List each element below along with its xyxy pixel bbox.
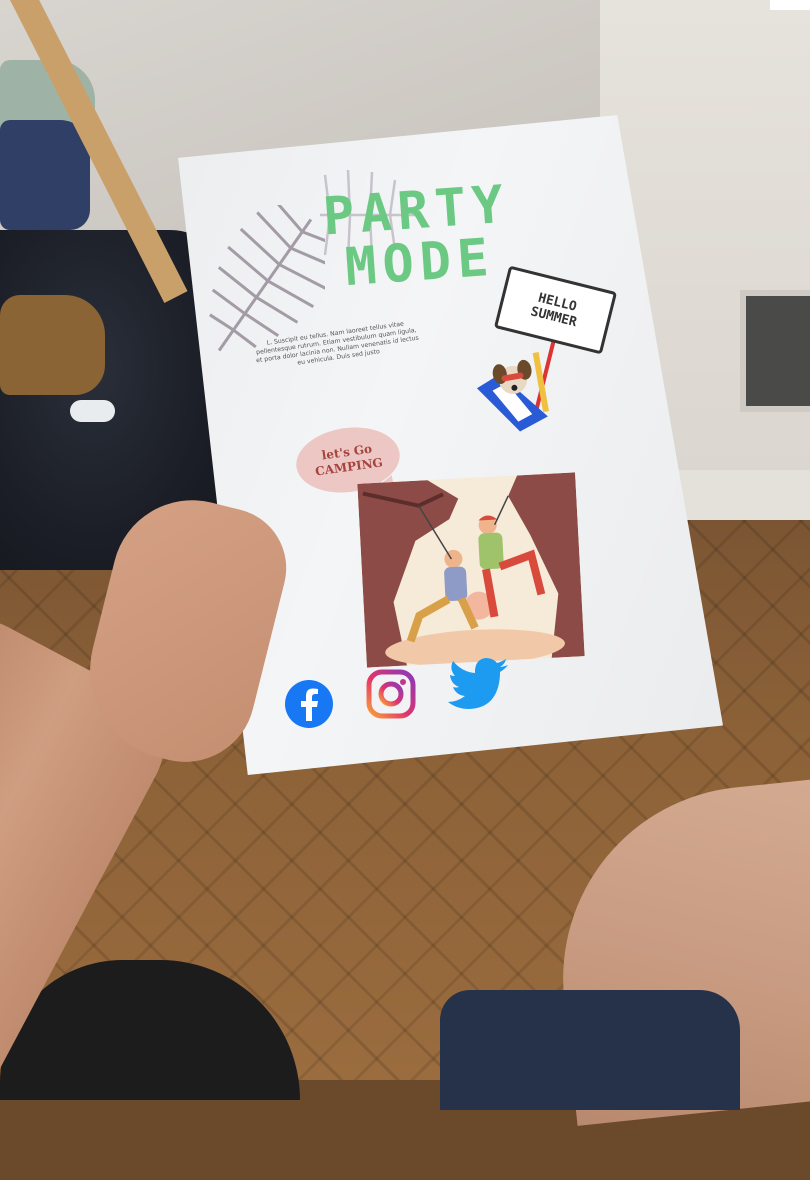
shoe	[70, 400, 115, 422]
shorts	[440, 990, 740, 1110]
radiator	[740, 290, 810, 412]
folded-jeans	[0, 120, 90, 230]
ceiling-light	[770, 0, 810, 10]
tan-sweater	[0, 295, 105, 395]
